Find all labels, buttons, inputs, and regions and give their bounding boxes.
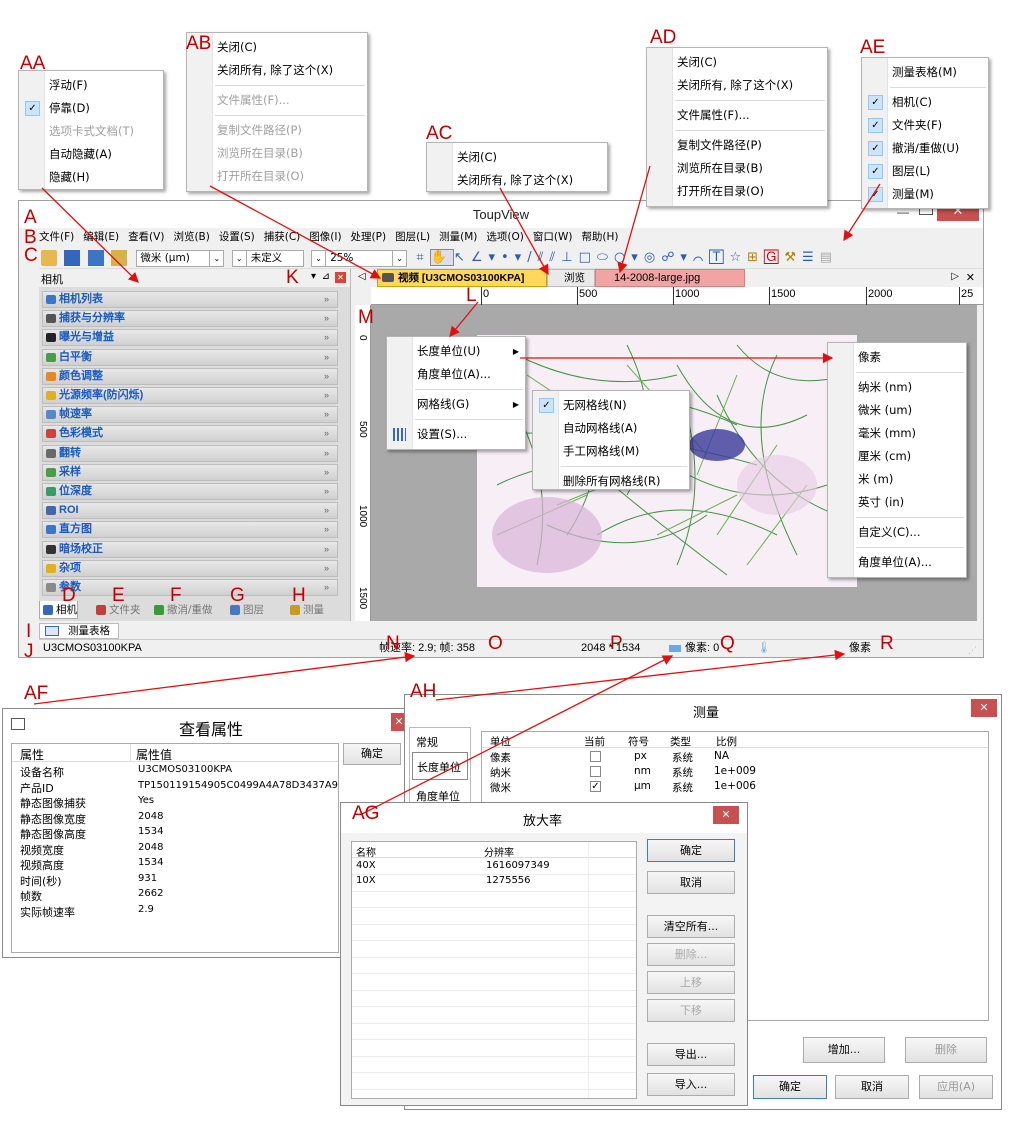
label-ab: AB [186,33,212,54]
label-e: E [112,585,125,606]
label-c: C [24,245,38,266]
label-n: N [386,633,400,654]
label-h: H [292,585,306,606]
label-i: I [26,621,32,642]
label-d: D [62,585,76,606]
label-ag: AG [352,803,380,824]
label-ad: AD [650,27,677,48]
label-l: L [466,285,477,306]
label-g: G [230,585,245,606]
label-f: F [170,585,182,606]
label-p: P [610,633,623,654]
label-af: AF [24,683,49,704]
label-q: Q [720,633,735,654]
label-r: R [880,633,894,654]
label-ae: AE [860,37,886,58]
label-ac: AC [426,123,453,144]
label-o: O [488,633,503,654]
callout-arrows [33,165,881,815]
label-k: K [286,267,299,288]
label-aa: AA [20,53,46,74]
label-j: J [24,641,34,662]
label-a: A [24,207,37,228]
label-ah: AH [410,681,437,702]
label-m: M [358,307,374,328]
